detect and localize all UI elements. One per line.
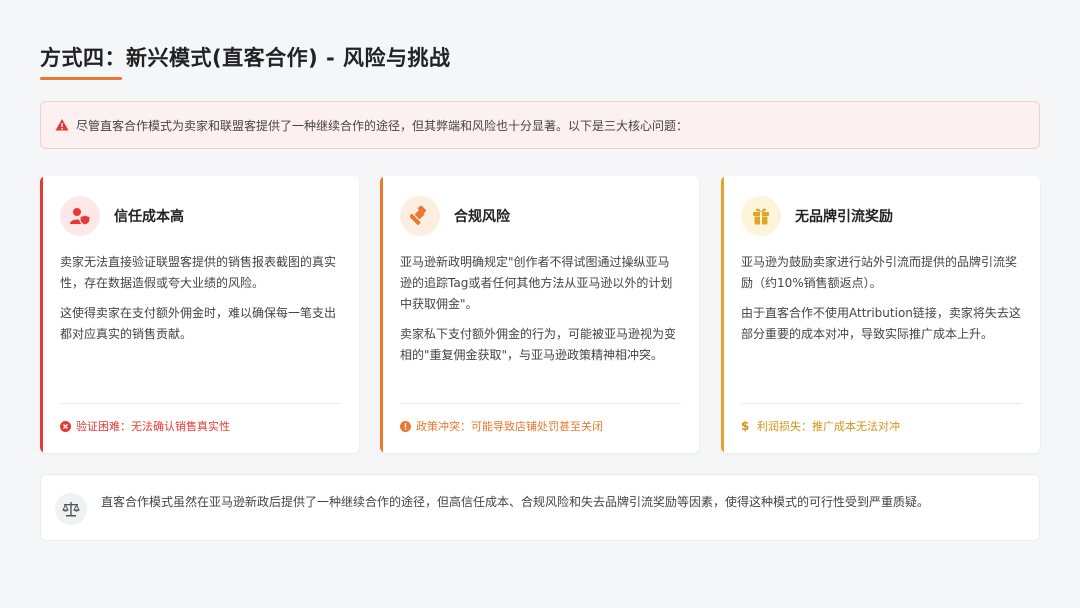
alert-banner: 尽管直客合作模式为卖家和联盟客提供了一种继续合作的途径，但其弊端和风险也十分显著… <box>40 101 1040 149</box>
card-footer-text: 政策冲突：可能导致店铺处罚甚至关闭 <box>416 420 603 433</box>
card-footer: 政策冲突：可能导致店铺处罚甚至关闭 <box>400 418 603 434</box>
summary-text: 直客合作模式虽然在亚马逊新政后提供了一种继续合作的途径，但高信任成本、合规风险和… <box>101 495 930 509</box>
card-footer-text: 利润损失：推广成本无法对冲 <box>757 420 900 433</box>
card-divider <box>400 403 681 404</box>
card-no-brand-bonus: 无品牌引流奖励 亚马逊为鼓励卖家进行站外引流而提供的品牌引流奖励（约10%销售额… <box>721 176 1040 453</box>
alert-text: 尽管直客合作模式为卖家和联盟客提供了一种继续合作的途径，但其弊端和风险也十分显著… <box>76 118 689 133</box>
card-footer: 验证困难：无法确认销售真实性 <box>60 418 230 434</box>
card-divider <box>741 403 1022 404</box>
error-circle-icon <box>60 420 71 432</box>
balance-scale-icon <box>55 493 87 525</box>
card-paragraph: 卖家私下支付额外佣金的行为，可能被亚马逊视为变相的"重复佣金获取"，与亚马逊政策… <box>400 327 677 362</box>
summary-box: 直客合作模式虽然在亚马逊新政后提供了一种继续合作的途径，但高信任成本、合规风险和… <box>40 474 1040 541</box>
warning-triangle-icon <box>55 118 69 132</box>
card-paragraph: 卖家无法直接验证联盟客提供的销售报表截图的真实性，存在数据造假或夸大业绩的风险。 <box>60 255 337 290</box>
page-title: 方式四：新兴模式(直客合作) - 风险与挑战 <box>40 46 451 70</box>
gift-icon <box>741 196 781 236</box>
exclamation-circle-icon <box>400 420 411 432</box>
card-title: 无品牌引流奖励 <box>795 209 893 225</box>
user-shield-icon <box>60 196 100 236</box>
card-body: 亚马逊为鼓励卖家进行站外引流而提供的品牌引流奖励（约10%销售额返点）。 由于直… <box>741 252 1022 354</box>
card-title: 信任成本高 <box>114 209 184 225</box>
card-body: 亚马逊新政明确规定"创作者不得试图通过操纵亚马逊的追踪Tag或者任何其他方法从亚… <box>400 252 681 375</box>
card-paragraph: 亚马逊为鼓励卖家进行站外引流而提供的品牌引流奖励（约10%销售额返点）。 <box>741 255 1018 290</box>
card-paragraph: 亚马逊新政明确规定"创作者不得试图通过操纵亚马逊的追踪Tag或者任何其他方法从亚… <box>400 255 673 311</box>
card-paragraph: 这使得卖家在支付额外佣金时，难以确保每一笔支出都对应真实的销售贡献。 <box>60 306 337 341</box>
title-underline <box>40 77 122 80</box>
card-footer-text: 验证困难：无法确认销售真实性 <box>76 420 230 433</box>
card-paragraph: 由于直客合作不使用Attribution链接，卖家将失去这部分重要的成本对冲，导… <box>741 306 1021 341</box>
gavel-icon <box>400 196 440 236</box>
card-accent-bar <box>40 176 43 453</box>
card-divider <box>60 403 341 404</box>
card-trust-cost: 信任成本高 卖家无法直接验证联盟客提供的销售报表截图的真实性，存在数据造假或夸大… <box>40 176 359 453</box>
card-accent-bar <box>721 176 724 453</box>
card-compliance-risk: 合规风险 亚马逊新政明确规定"创作者不得试图通过操纵亚马逊的追踪Tag或者任何其… <box>380 176 699 453</box>
card-title: 合规风险 <box>454 209 510 225</box>
card-body: 卖家无法直接验证联盟客提供的销售报表截图的真实性，存在数据造假或夸大业绩的风险。… <box>60 252 341 354</box>
card-accent-bar <box>380 176 383 453</box>
card-footer: $ 利润损失：推广成本无法对冲 <box>741 418 900 434</box>
dollar-icon: $ <box>741 418 750 433</box>
